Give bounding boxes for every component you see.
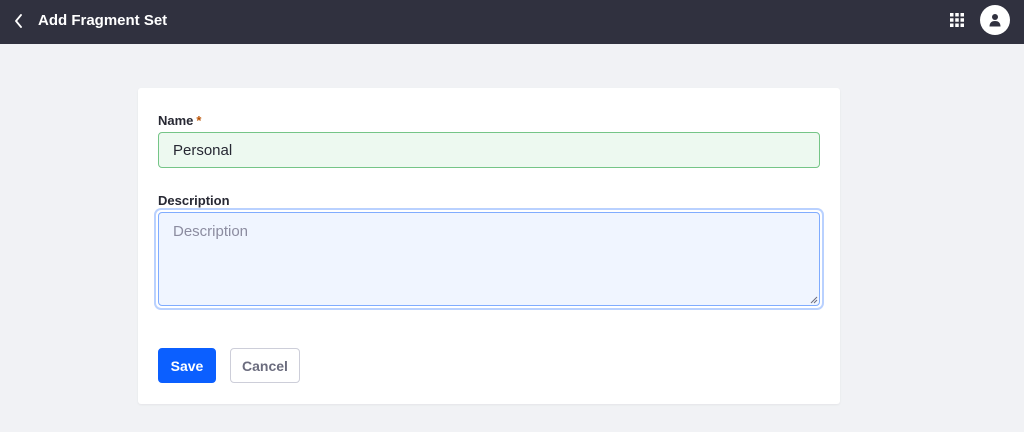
grid-menu-icon [950,13,964,27]
name-input[interactable] [158,132,820,168]
description-textarea[interactable] [158,212,820,306]
top-navigation-bar: Add Fragment Set [0,0,1024,44]
chevron-left-icon [15,14,22,28]
description-field-focus-ring [156,210,822,308]
fragment-set-form-card: Name* Description Save Cancel [138,88,840,404]
name-label-text: Name [158,113,194,128]
applications-menu-button[interactable] [946,9,968,31]
save-button[interactable]: Save [158,348,216,383]
name-label: Name * [158,113,201,129]
page-title: Add Fragment Set [38,12,168,29]
cancel-button[interactable]: Cancel [230,348,300,383]
back-button[interactable] [8,10,30,32]
user-avatar-button[interactable] [980,5,1010,35]
resize-handle-icon[interactable] [810,296,818,304]
required-marker: * [196,113,202,128]
user-avatar-icon [989,14,1001,27]
description-label: Description [158,193,230,208]
